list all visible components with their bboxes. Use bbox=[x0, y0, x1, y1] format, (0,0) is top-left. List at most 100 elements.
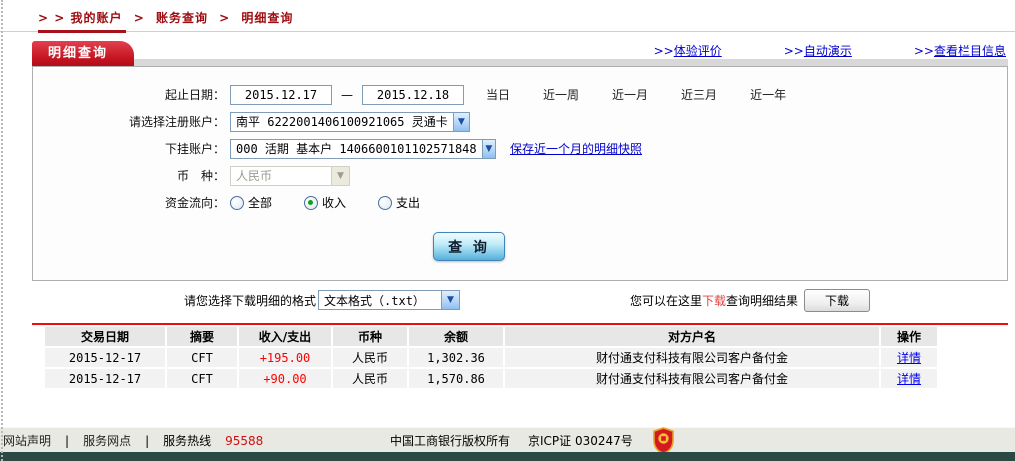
cell-summary: CFT bbox=[167, 369, 237, 388]
register-account-select[interactable]: 南平 6222001406100921065 灵通卡 ▼ bbox=[230, 111, 470, 132]
link-auto-demo[interactable]: >>自动演示 bbox=[784, 42, 852, 59]
left-dotted-border bbox=[1, 0, 3, 461]
date-from-input[interactable] bbox=[230, 84, 332, 105]
tab-detail-query[interactable]: 明细查询 bbox=[32, 41, 135, 66]
footer-separator: | bbox=[65, 433, 70, 448]
cell-currency: 人民币 bbox=[333, 369, 407, 388]
radio-all[interactable]: 全部 bbox=[230, 194, 272, 211]
cell-summary: CFT bbox=[167, 348, 237, 367]
download-format-select[interactable]: 文本格式（.txt） ▼ bbox=[318, 290, 461, 310]
detail-link[interactable]: 详情 bbox=[897, 351, 921, 365]
breadcrumb-item-detail-query[interactable]: 明细查询 bbox=[241, 11, 293, 25]
col-summary: 摘要 bbox=[167, 327, 237, 346]
cell-balance: 1,570.86 bbox=[409, 369, 503, 388]
footer-link-statement[interactable]: 网站声明 bbox=[3, 432, 51, 449]
table-row: 2015-12-17 CFT +90.00 人民币 1,570.86 财付通支付… bbox=[45, 369, 937, 388]
radio-checked-icon bbox=[304, 195, 319, 210]
cell-amount: +90.00 bbox=[239, 369, 331, 388]
query-form: 起止日期： — 当日 近一周 近一月 近三月 近一年 请选择注册账户： 南平 6… bbox=[32, 66, 1008, 281]
col-counterparty: 对方户名 bbox=[505, 327, 879, 346]
quick-range-today[interactable]: 当日 bbox=[486, 86, 510, 103]
table-header-row: 交易日期 摘要 收入/支出 币种 余额 对方户名 操作 bbox=[45, 327, 937, 346]
tab-row: 明细查询 >>体验评价 >>自动演示 >>查看栏目信息 bbox=[32, 40, 1008, 66]
date-range-row: 起止日期： — 当日 近一周 近一月 近三月 近一年 bbox=[33, 81, 1007, 108]
col-balance: 余额 bbox=[409, 327, 503, 346]
chevron-down-icon: ▼ bbox=[481, 139, 495, 158]
footer-links: 网站声明 | 服务网点 | 服务热线 95588 bbox=[3, 432, 263, 449]
chevron-down-icon: ▼ bbox=[331, 166, 349, 185]
cell-date: 2015-12-17 bbox=[45, 369, 165, 388]
breadcrumb-separator: > bbox=[133, 11, 145, 25]
breadcrumb-item-my-account[interactable]: 我的账户 bbox=[70, 11, 122, 25]
sub-account-select[interactable]: 000 活期 基本户 1406600101102571848 ▼ bbox=[230, 138, 496, 159]
cell-counterparty: 财付通支付科技有限公司客户备付金 bbox=[505, 369, 879, 388]
col-currency: 币种 bbox=[333, 327, 407, 346]
breadcrumb: > > 我的账户 > 账务查询 > 明细查询 bbox=[38, 9, 293, 26]
breadcrumb-separator: > bbox=[219, 11, 231, 25]
register-account-row: 请选择注册账户： 南平 6222001406100921065 灵通卡 ▼ bbox=[33, 108, 1007, 135]
currency-row: 币 种： 人民币 ▼ bbox=[33, 162, 1007, 189]
quick-range-links: 当日 近一周 近一月 近三月 近一年 bbox=[486, 86, 786, 103]
sub-account-row: 下挂账户： 000 活期 基本户 1406600101102571848 ▼ 保… bbox=[33, 135, 1007, 162]
download-hint-after: 查询明细结果 bbox=[725, 293, 798, 308]
col-action: 操作 bbox=[881, 327, 937, 346]
download-button[interactable]: 下载 bbox=[804, 288, 870, 312]
fund-flow-row: 资金流向： 全部 收入 支出 bbox=[33, 189, 1007, 216]
tab-strip bbox=[32, 59, 1008, 66]
save-snapshot-link[interactable]: 保存近一个月的明细快照 bbox=[510, 140, 642, 157]
footer-hotline-label: 服务热线 bbox=[163, 434, 212, 448]
quick-range-3months[interactable]: 近三月 bbox=[681, 86, 717, 103]
radio-circle-icon bbox=[378, 195, 393, 210]
col-date: 交易日期 bbox=[45, 327, 165, 346]
quick-range-week[interactable]: 近一周 bbox=[543, 86, 579, 103]
chevron-down-icon: ▼ bbox=[441, 291, 460, 309]
cell-counterparty: 财付通支付科技有限公司客户备付金 bbox=[505, 348, 879, 367]
fund-flow-options: 全部 收入 支出 bbox=[230, 194, 420, 211]
breadcrumb-area: > > 我的账户 > 账务查询 > 明细查询 bbox=[0, 0, 1015, 38]
date-dash: — bbox=[341, 87, 353, 102]
download-hint-link[interactable]: 下载 bbox=[702, 292, 726, 309]
main-content: 明细查询 >>体验评价 >>自动演示 >>查看栏目信息 起止日期： — 当日 近… bbox=[32, 40, 1008, 390]
radio-expense[interactable]: 支出 bbox=[378, 194, 420, 211]
footer-separator: | bbox=[145, 433, 150, 448]
breadcrumb-item-account-query[interactable]: 账务查询 bbox=[156, 11, 208, 25]
quick-range-year[interactable]: 近一年 bbox=[750, 86, 786, 103]
transaction-table: 交易日期 摘要 收入/支出 币种 余额 对方户名 操作 2015-12-17 C… bbox=[43, 325, 939, 390]
bottom-dark-bar bbox=[0, 452, 1015, 461]
footer-link-outlets[interactable]: 服务网点 bbox=[83, 432, 131, 449]
detail-link[interactable]: 详情 bbox=[897, 372, 921, 386]
footer: 网站声明 | 服务网点 | 服务热线 95588 中国工商银行版权所有 京ICP… bbox=[0, 427, 1015, 454]
footer-copyright: 中国工商银行版权所有 bbox=[390, 434, 511, 448]
cell-amount: +195.00 bbox=[239, 348, 331, 367]
download-hint-group: 您可以在这里 下载 查询明细结果 下载 bbox=[630, 288, 870, 312]
footer-icp: 京ICP证 030247号 bbox=[528, 434, 633, 448]
red-accent-line bbox=[38, 30, 126, 33]
chevron-down-icon: ▼ bbox=[452, 112, 469, 131]
currency-label: 币 种： bbox=[176, 169, 225, 183]
page-root: > > 我的账户 > 账务查询 > 明细查询 明细查询 >>体验评价 >>自动演… bbox=[0, 0, 1015, 461]
cell-currency: 人民币 bbox=[333, 348, 407, 367]
link-view-column-info[interactable]: >>查看栏目信息 bbox=[914, 42, 1006, 59]
radio-circle-icon bbox=[230, 195, 244, 210]
download-row: 请您选择下载明细的格式 文本格式（.txt） ▼ 您可以在这里 下载 查询明细结果 … bbox=[32, 281, 1008, 319]
breadcrumb-prefix: > > bbox=[38, 11, 66, 25]
query-button-row: 查 询 bbox=[33, 232, 1007, 262]
fund-flow-label: 资金流向： bbox=[164, 196, 225, 210]
cell-date: 2015-12-17 bbox=[45, 348, 165, 367]
date-to-input[interactable] bbox=[362, 84, 464, 105]
sub-account-label: 下挂账户： bbox=[164, 142, 225, 156]
header-links: >>体验评价 >>自动演示 >>查看栏目信息 bbox=[654, 42, 1006, 59]
date-range-label: 起止日期： bbox=[164, 88, 225, 102]
radio-income[interactable]: 收入 bbox=[304, 194, 346, 211]
currency-select-disabled: 人民币 ▼ bbox=[230, 165, 350, 186]
link-experience-review[interactable]: >>体验评价 bbox=[654, 42, 722, 59]
download-format-group: 请您选择下载明细的格式 文本格式（.txt） ▼ bbox=[184, 290, 461, 310]
footer-hotline-number: 95588 bbox=[225, 433, 264, 448]
query-button[interactable]: 查 询 bbox=[433, 232, 505, 261]
col-amount: 收入/支出 bbox=[239, 327, 331, 346]
footer-copyright-group: 中国工商银行版权所有 京ICP证 030247号 bbox=[390, 432, 633, 449]
cell-balance: 1,302.36 bbox=[409, 348, 503, 367]
quick-range-month[interactable]: 近一月 bbox=[612, 86, 648, 103]
table-row: 2015-12-17 CFT +195.00 人民币 1,302.36 财付通支… bbox=[45, 348, 937, 367]
download-format-label: 请您选择下载明细的格式 bbox=[184, 293, 317, 308]
